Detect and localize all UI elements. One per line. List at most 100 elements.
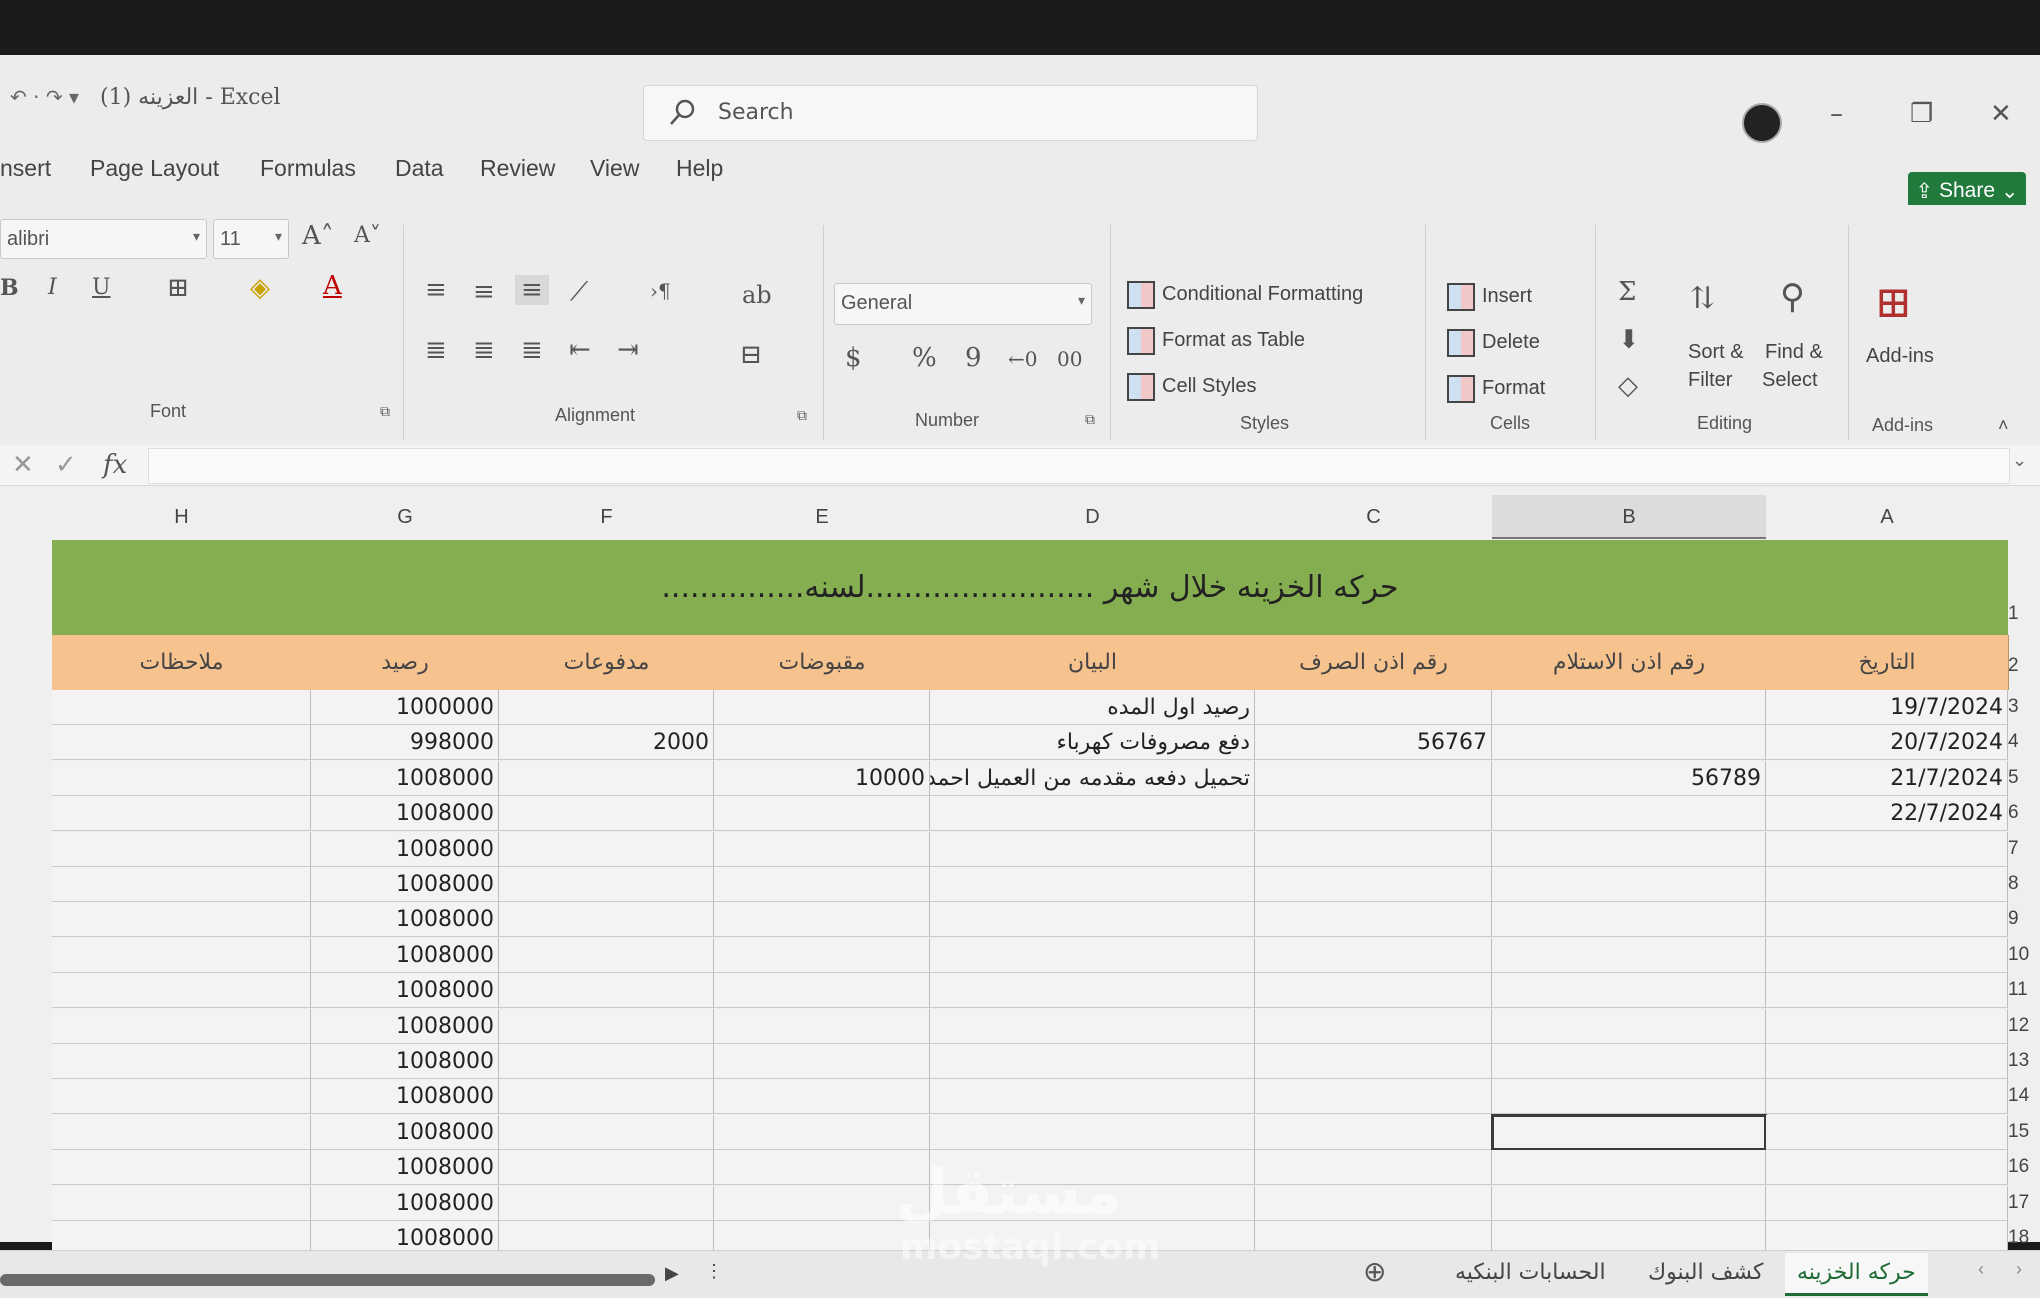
cell-d12[interactable] (930, 1008, 1255, 1044)
cell-g12[interactable]: 1008000 (311, 1008, 499, 1044)
cell-g16[interactable]: 1008000 (311, 1150, 499, 1186)
delete-button[interactable]: Delete (1482, 331, 1540, 354)
quick-access-toolbar[interactable]: ↶ · ↷ ▾ (10, 85, 79, 109)
cell-g10[interactable]: 1008000 (311, 937, 499, 973)
align-bottom-icon[interactable]: ≡ (515, 275, 549, 305)
cell-h4[interactable] (52, 725, 311, 761)
cell-c12[interactable] (1255, 1008, 1492, 1044)
row-header-4[interactable]: 4 (2008, 731, 2040, 753)
cell-g15[interactable]: 1008000 (311, 1114, 499, 1150)
cell-d4[interactable]: دفع مصروفات كهرباء (930, 725, 1255, 761)
cell-f17[interactable] (499, 1185, 714, 1221)
cell-f16[interactable] (499, 1150, 714, 1186)
find-select-label-2[interactable]: Select (1762, 369, 1818, 392)
percent-icon[interactable]: % (912, 343, 937, 373)
cell-h8[interactable] (52, 867, 311, 902)
cell-a8[interactable] (1766, 867, 2008, 902)
cell-c10[interactable] (1255, 937, 1492, 973)
row-header-11[interactable]: 11 (2008, 979, 2040, 1001)
row-header-13[interactable]: 13 (2008, 1050, 2040, 1072)
cell-g11[interactable]: 1008000 (311, 973, 499, 1009)
cell-a17[interactable] (1766, 1185, 2008, 1221)
autosum-icon[interactable]: Σ (1618, 277, 1636, 307)
cell-b13[interactable] (1492, 1044, 1766, 1079)
fill-color-icon[interactable]: ◈ (250, 273, 270, 303)
cell-g4[interactable]: 998000 (311, 725, 499, 761)
cell-c17[interactable] (1255, 1185, 1492, 1221)
user-avatar[interactable] (1742, 103, 1782, 143)
increase-font-icon[interactable]: A˄ (302, 221, 334, 251)
cell-a16[interactable] (1766, 1150, 2008, 1186)
cell-h10[interactable] (52, 937, 311, 973)
cell-c8[interactable] (1255, 867, 1492, 902)
cell-f12[interactable] (499, 1008, 714, 1044)
cell-g9[interactable]: 1008000 (311, 902, 499, 938)
find-select-icon[interactable]: ⚲ (1780, 277, 1805, 317)
row-header-5[interactable]: 5 (2008, 767, 2040, 789)
cell-e10[interactable] (714, 937, 930, 973)
orientation-icon[interactable]: ⟋ (570, 277, 588, 308)
cell-f11[interactable] (499, 973, 714, 1009)
cell-styles-button[interactable]: Cell Styles (1162, 375, 1256, 398)
cell-a3[interactable]: 19/7/2024 (1766, 690, 2008, 725)
tab-bank-statement[interactable]: كشف البنوك (1648, 1253, 1763, 1293)
font-name-select[interactable]: alibri ▾ (0, 219, 207, 259)
align-top-icon[interactable]: ≡ (425, 275, 447, 305)
cell-g7[interactable]: 1008000 (311, 831, 499, 867)
row-header-7[interactable]: 7 (2008, 838, 2040, 860)
cell-d14[interactable] (930, 1079, 1255, 1115)
sort-filter-label-2[interactable]: Filter (1688, 369, 1732, 392)
cell-e9[interactable] (714, 902, 930, 938)
cancel-icon[interactable]: ✕ (12, 450, 34, 480)
add-ins-button[interactable]: Add-ins (1866, 345, 1934, 368)
decrease-indent-icon[interactable]: ⇤ (569, 335, 591, 365)
tab-bank-accounts[interactable]: الحسابات البنكيه (1455, 1253, 1606, 1293)
cell-a5[interactable]: 21/7/2024 (1766, 760, 2008, 796)
rtl-direction-icon[interactable]: ›¶ (650, 279, 671, 303)
header-notes[interactable]: ملاحظات (52, 635, 312, 690)
horizontal-scrollbar[interactable] (0, 1274, 655, 1286)
sort-filter-button[interactable]: Sort & (1688, 341, 1744, 364)
align-middle-icon[interactable]: ≡ (473, 277, 495, 307)
align-center-icon[interactable]: ≣ (473, 335, 495, 365)
cell-c16[interactable] (1255, 1150, 1492, 1186)
cell-d7[interactable] (930, 831, 1255, 867)
cell-h11[interactable] (52, 973, 311, 1009)
cell-g5[interactable]: 1008000 (311, 760, 499, 796)
cell-e5[interactable]: 10000 (714, 760, 930, 796)
cell-h17[interactable] (52, 1185, 311, 1221)
cell-c4[interactable]: 56767 (1255, 725, 1492, 761)
cell-e11[interactable] (714, 973, 930, 1009)
increase-indent-icon[interactable]: ⇥ (617, 335, 639, 365)
cell-d11[interactable] (930, 973, 1255, 1009)
row-header-16[interactable]: 16 (2008, 1156, 2040, 1178)
cell-b16[interactable] (1492, 1150, 1766, 1186)
cell-c15[interactable] (1255, 1114, 1492, 1150)
sort-filter-icon[interactable]: ⇅ (1690, 281, 1715, 316)
row-header-10[interactable]: 10 (2008, 944, 2040, 966)
cell-f8[interactable] (499, 867, 714, 902)
column-header-h[interactable]: H (52, 495, 311, 539)
number-format-select[interactable]: General ▾ (834, 283, 1092, 325)
alignment-dialog-launcher-icon[interactable]: ⧉ (797, 407, 807, 424)
cell-b9[interactable] (1492, 902, 1766, 938)
cell-g8[interactable]: 1008000 (311, 867, 499, 902)
cell-b7[interactable] (1492, 831, 1766, 867)
column-header-c[interactable]: C (1255, 495, 1492, 539)
cell-h14[interactable] (52, 1079, 311, 1115)
underline-icon[interactable]: U (92, 275, 111, 300)
cell-e3[interactable] (714, 690, 930, 725)
cell-h7[interactable] (52, 831, 311, 867)
header-description[interactable]: البيان (930, 635, 1256, 690)
cell-a6[interactable]: 22/7/2024 (1766, 796, 2008, 832)
cell-f10[interactable] (499, 937, 714, 973)
align-left-icon[interactable]: ≣ (425, 335, 447, 365)
cell-e8[interactable] (714, 867, 930, 902)
close-icon[interactable]: ✕ (1990, 99, 2012, 129)
bold-icon[interactable]: B (0, 275, 19, 301)
tab-scroll-right-icon[interactable]: › (2016, 1259, 2022, 1280)
font-color-icon[interactable]: A (323, 271, 342, 301)
column-header-b[interactable]: B (1492, 495, 1766, 539)
cell-a7[interactable] (1766, 831, 2008, 867)
cell-g6[interactable]: 1008000 (311, 796, 499, 832)
